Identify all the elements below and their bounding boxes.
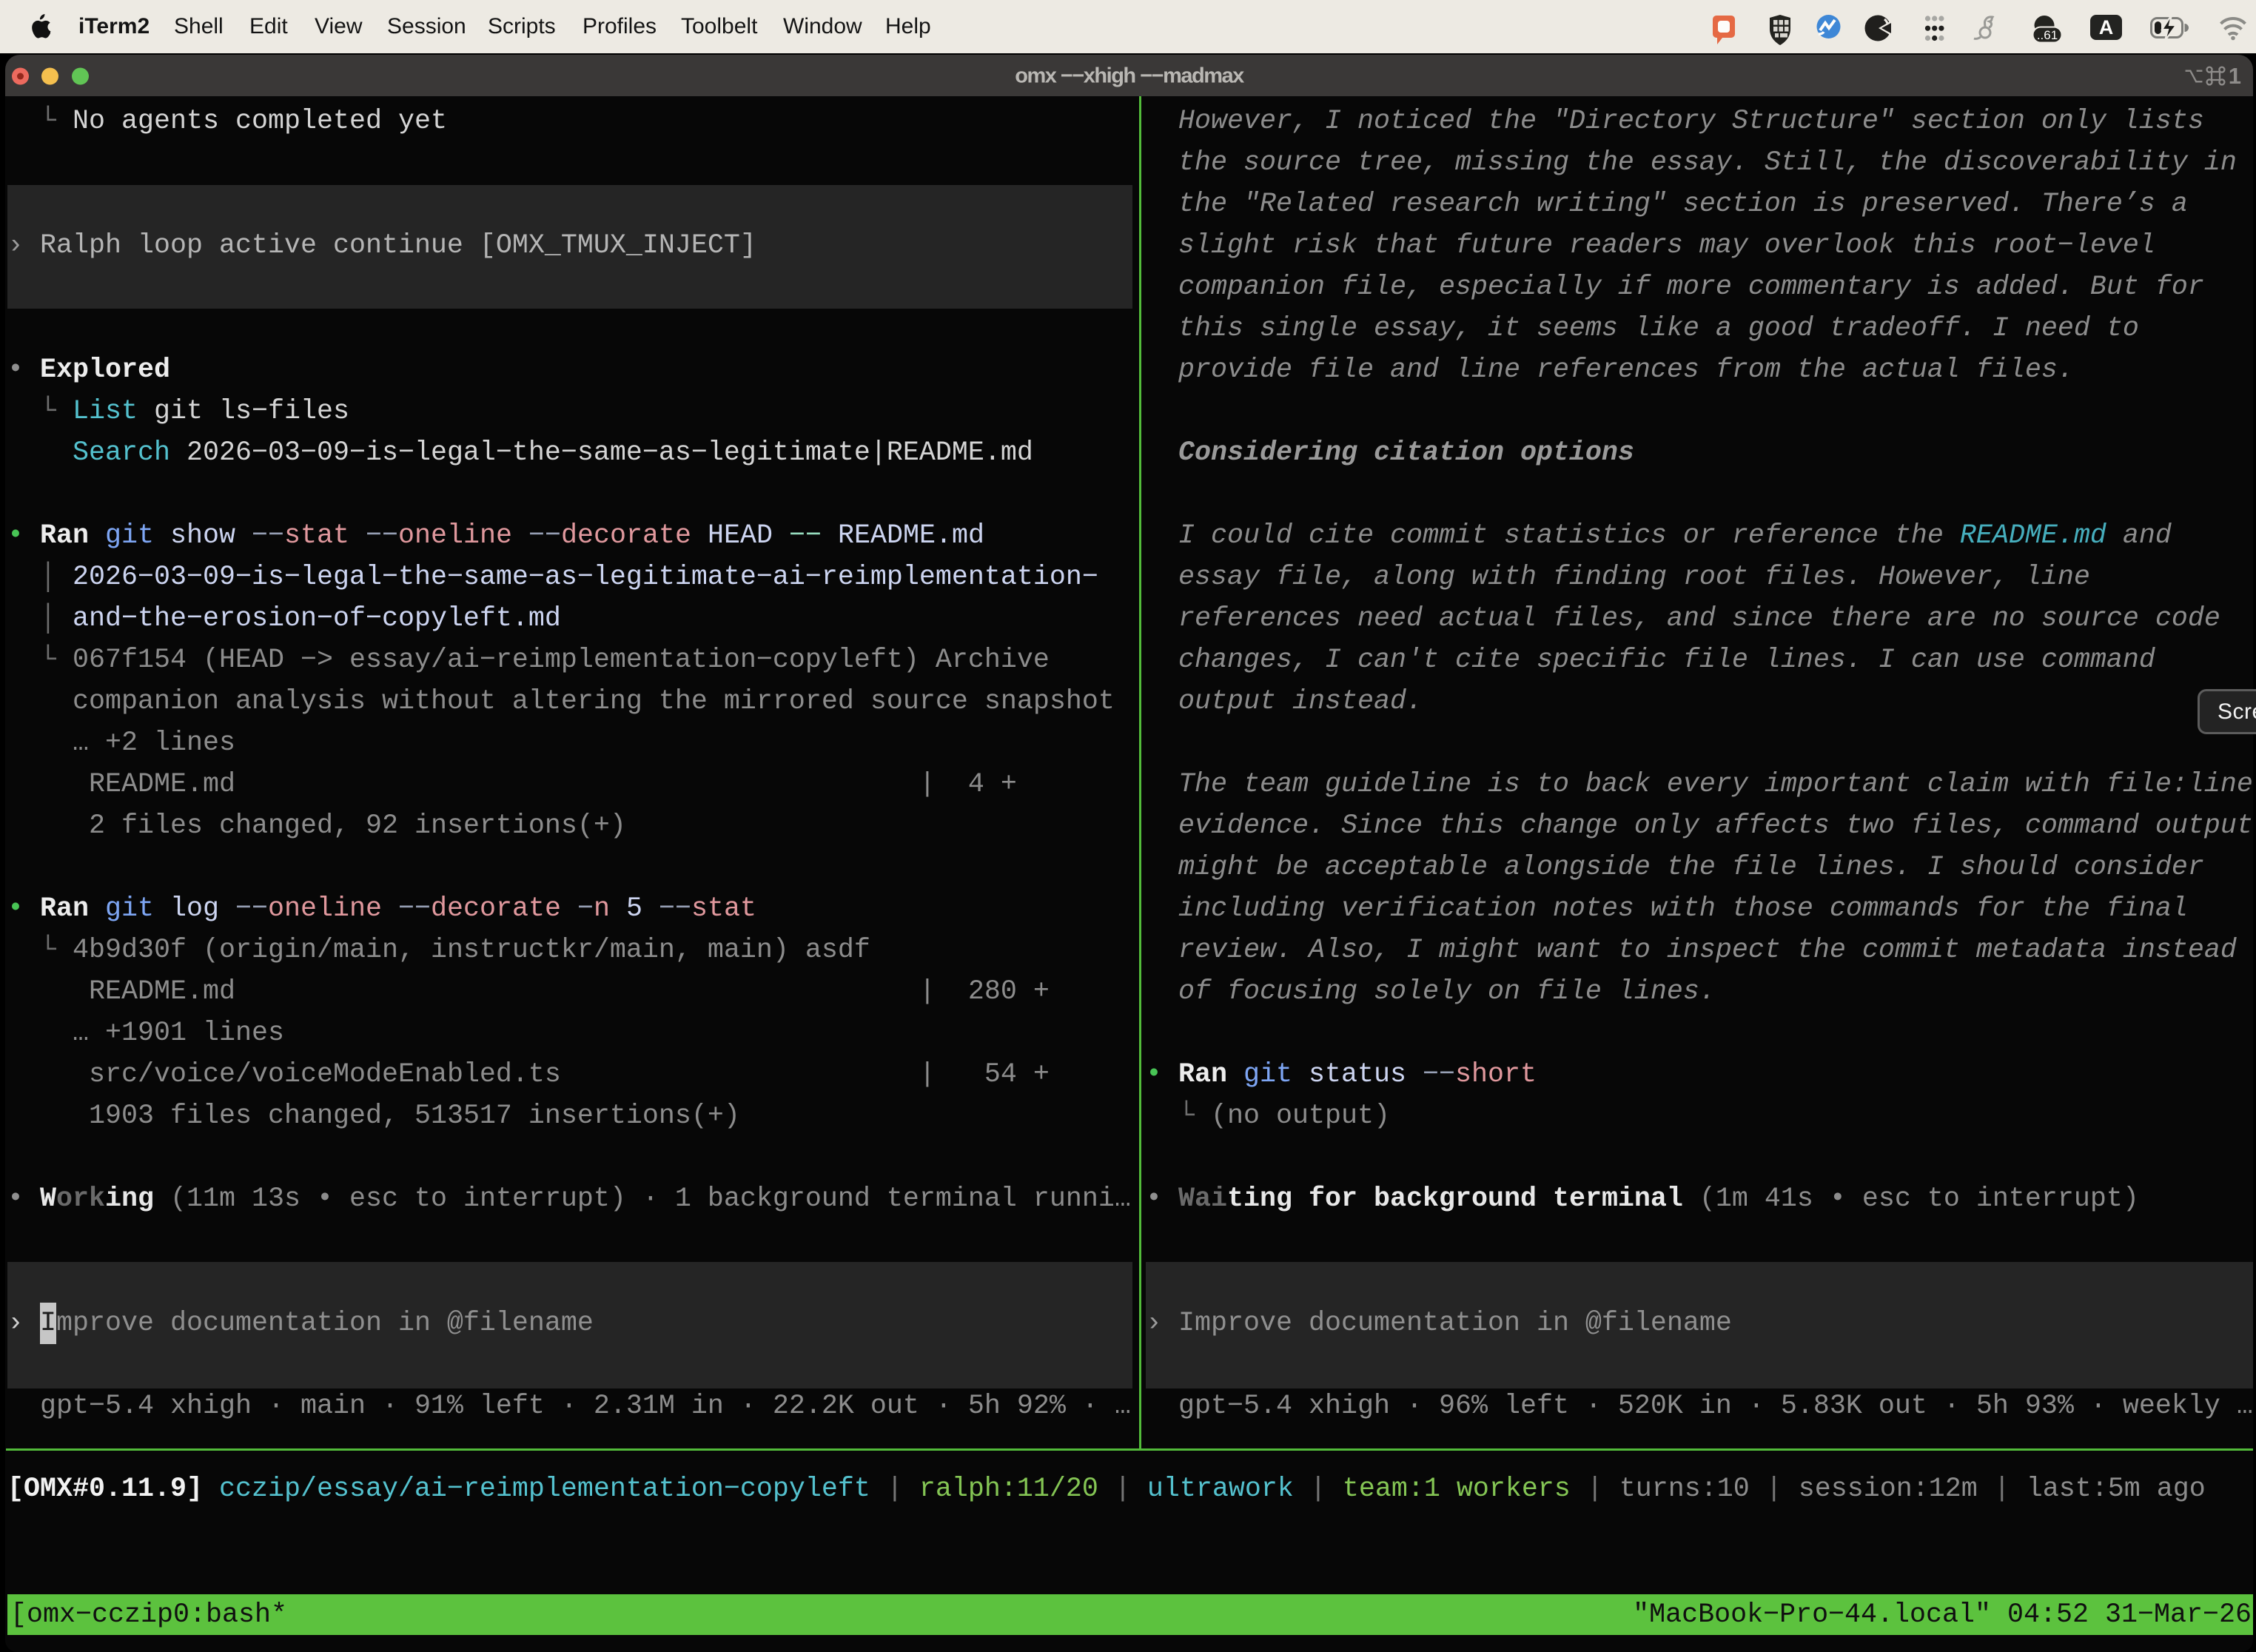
svg-text:..61: ..61 bbox=[2037, 28, 2058, 42]
svg-text:A: A bbox=[2099, 16, 2114, 38]
